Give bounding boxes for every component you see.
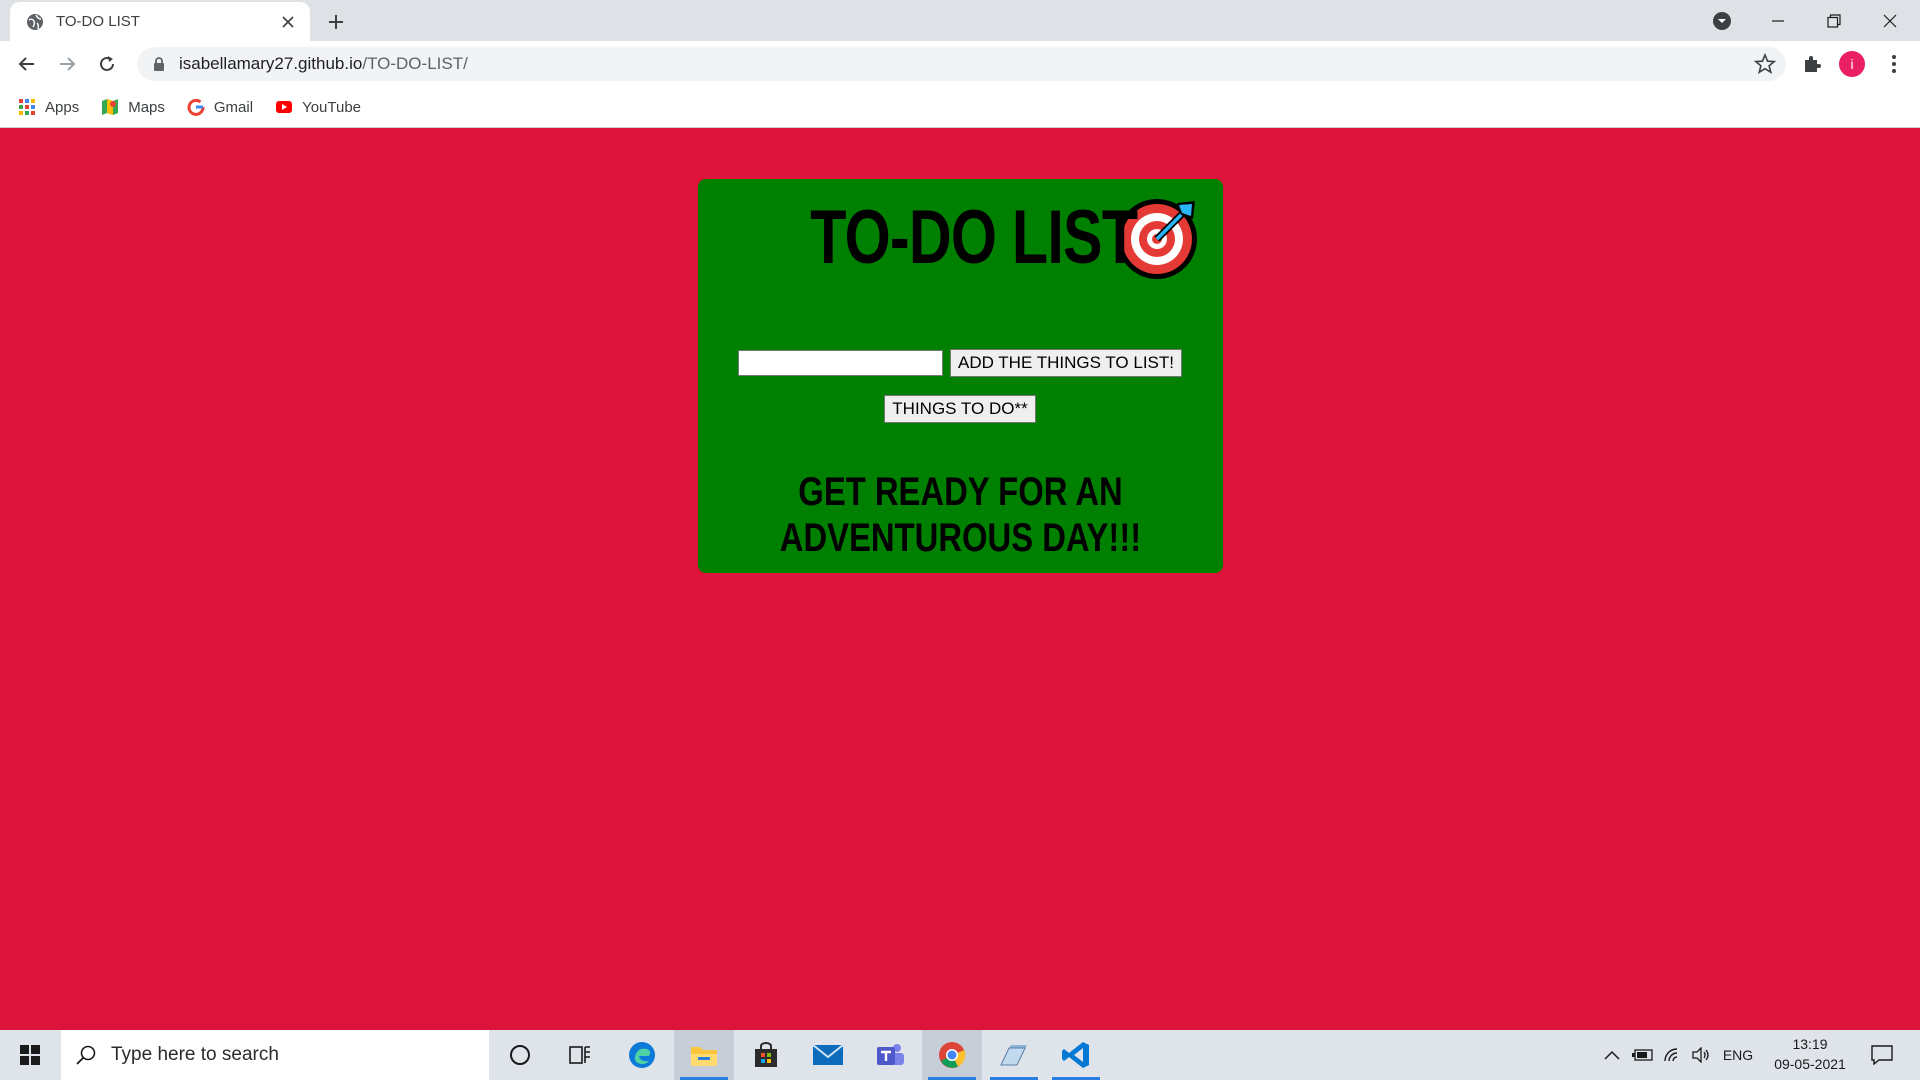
arrow-left-icon — [18, 57, 34, 71]
menu-button[interactable] — [1878, 48, 1910, 80]
teams-icon — [877, 1044, 904, 1065]
address-bar[interactable]: isabellamary27.github.io/TO-DO-LIST/ — [137, 47, 1786, 81]
things-to-do-button[interactable]: THINGS TO DO** — [884, 395, 1036, 423]
bookmark-star-icon[interactable] — [1754, 53, 1776, 75]
bookmark-maps[interactable]: Maps — [101, 98, 165, 116]
mail-icon — [812, 1044, 844, 1065]
avatar: i — [1839, 51, 1865, 77]
clock[interactable]: 13:19 09-05-2021 — [1760, 1034, 1860, 1074]
chevron-up-icon — [1604, 1050, 1620, 1060]
taskbar-edge[interactable] — [612, 1030, 672, 1080]
volume-button[interactable] — [1688, 1030, 1714, 1080]
clock-time: 13:19 — [1792, 1036, 1828, 1052]
url-path: /TO-DO-LIST/ — [362, 54, 468, 73]
bookmarks-bar: Apps Maps Gmail YouTube — [0, 87, 1920, 127]
language-indicator[interactable]: ENG — [1718, 1030, 1758, 1080]
cortana-icon — [510, 1045, 530, 1065]
taskbar-file-explorer[interactable] — [674, 1030, 734, 1080]
bookmark-label: Maps — [128, 98, 165, 116]
puzzle-icon — [1805, 56, 1821, 72]
photos-icon — [1000, 1045, 1027, 1066]
kebab-menu-icon — [1892, 55, 1896, 73]
url-host: isabellamary27.github.io — [179, 54, 363, 73]
title-row: TO-DO LIST — [698, 187, 1223, 287]
speaker-icon — [1692, 1047, 1709, 1063]
minimize-icon — [1772, 19, 1784, 22]
chrome-icon — [939, 1042, 966, 1068]
battery-icon — [1632, 1049, 1653, 1061]
add-things-button[interactable]: ADD THE THINGS TO LIST! — [950, 349, 1182, 377]
search-icon — [76, 1045, 96, 1065]
tab-strip: TO-DO LIST — [0, 0, 1920, 41]
taskbar-photos[interactable] — [984, 1030, 1044, 1080]
todo-input[interactable] — [738, 350, 943, 376]
reload-icon — [100, 56, 114, 71]
vscode-icon — [1062, 1042, 1089, 1068]
globe-icon — [27, 13, 43, 30]
battery-button[interactable] — [1630, 1030, 1656, 1080]
browser-toolbar: isabellamary27.github.io/TO-DO-LIST/ i — [0, 41, 1920, 87]
close-icon — [1883, 14, 1897, 27]
taskbar-task-view[interactable] — [550, 1030, 610, 1080]
browser-chrome: TO-DO LIST isabellamary27.github.io/TO-D… — [0, 0, 1920, 128]
youtube-icon — [276, 101, 293, 113]
bookmark-label: Gmail — [213, 98, 254, 116]
close-window-button[interactable] — [1862, 0, 1918, 41]
forward-button[interactable] — [51, 48, 83, 80]
network-button[interactable] — [1660, 1030, 1686, 1080]
bookmark-apps[interactable]: Apps — [18, 98, 79, 116]
bookmark-label: Apps — [45, 98, 80, 116]
wifi-icon — [1664, 1048, 1678, 1062]
todo-card: TO-DO LIST ADD THE THINGS TO LIST! THING… — [698, 179, 1223, 573]
show-hidden-icons-button[interactable] — [1600, 1030, 1624, 1080]
profile-button[interactable]: i — [1836, 48, 1868, 80]
minimize-button[interactable] — [1750, 0, 1806, 41]
edge-icon — [629, 1042, 655, 1068]
notification-icon — [1871, 1045, 1893, 1065]
browser-tab[interactable]: TO-DO LIST — [10, 2, 310, 41]
tab-search-button[interactable] — [1694, 0, 1750, 41]
back-button[interactable] — [11, 48, 43, 80]
reload-button[interactable] — [91, 48, 123, 80]
tab-title: TO-DO LIST — [56, 13, 140, 30]
tagline: GET READY FOR AN ADVENTUROUS DAY!!! — [779, 470, 1142, 560]
windows-logo-icon — [20, 1045, 40, 1065]
notifications-button[interactable] — [1862, 1030, 1902, 1080]
store-icon — [755, 1042, 777, 1067]
bookmark-gmail[interactable]: Gmail — [187, 98, 253, 116]
divider — [0, 127, 1920, 128]
file-explorer-icon — [691, 1047, 717, 1066]
url-text: isabellamary27.github.io/TO-DO-LIST/ — [179, 54, 468, 74]
taskbar-search[interactable]: Type here to search — [61, 1030, 489, 1080]
taskbar-vscode[interactable] — [1046, 1030, 1106, 1080]
restore-icon — [1827, 13, 1841, 28]
page-title: TO-DO LIST — [810, 194, 1138, 280]
apps-grid-icon — [19, 99, 35, 115]
close-tab-icon[interactable] — [278, 12, 298, 32]
restore-button[interactable] — [1806, 0, 1862, 41]
maps-icon — [102, 99, 119, 115]
taskbar-chrome[interactable] — [922, 1030, 982, 1080]
bookmark-youtube[interactable]: YouTube — [275, 98, 361, 116]
google-g-icon — [187, 98, 205, 116]
arrow-right-icon — [60, 57, 76, 71]
lock-icon — [154, 57, 164, 71]
chevron-down-circle-icon — [1713, 11, 1731, 30]
search-placeholder: Type here to search — [111, 1044, 279, 1065]
new-tab-button[interactable] — [322, 8, 350, 36]
taskbar-teams[interactable] — [860, 1030, 920, 1080]
taskbar-cortana[interactable] — [490, 1030, 550, 1080]
taskbar-mail[interactable] — [798, 1030, 858, 1080]
task-view-icon — [569, 1046, 590, 1064]
clock-date: 09-05-2021 — [1774, 1056, 1846, 1072]
taskbar-store[interactable] — [736, 1030, 796, 1080]
windows-taskbar: Type here to search ENG 13:19 09-05-2021 — [0, 1030, 1920, 1080]
extensions-button[interactable] — [1796, 48, 1828, 80]
start-button[interactable] — [0, 1030, 60, 1080]
bookmark-label: YouTube — [302, 98, 362, 116]
